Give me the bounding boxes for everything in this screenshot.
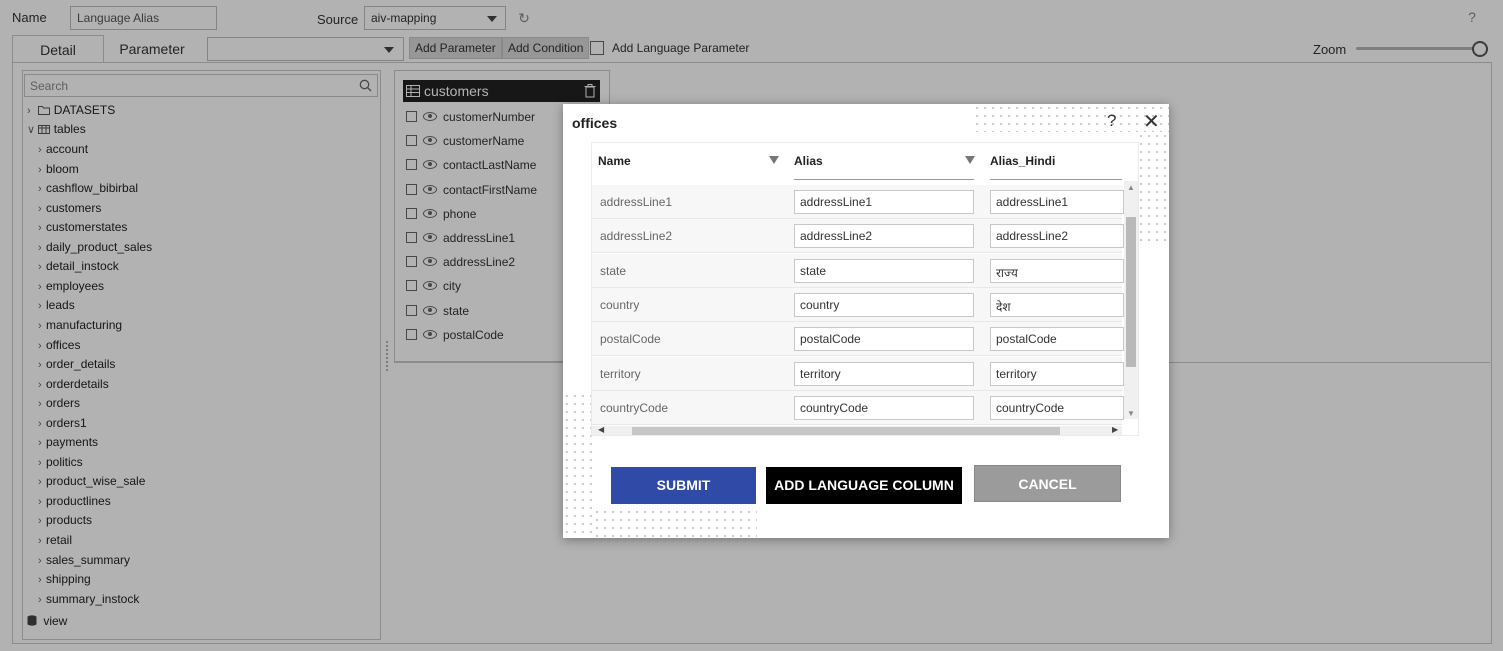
scroll-right-icon[interactable]: ▶: [1112, 425, 1118, 434]
dot-pattern: [973, 104, 1169, 132]
submit-button[interactable]: SUBMIT: [611, 467, 756, 504]
column-header-alias-hindi[interactable]: Alias_Hindi: [990, 154, 1055, 168]
add-language-column-button[interactable]: ADD LANGUAGE COLUMN: [766, 467, 962, 504]
table-row: addressLine1 addressLine1 addressLine1: [592, 185, 1124, 219]
alias-hindi-input[interactable]: देश: [990, 292, 1124, 317]
grid-horizontal-scrollbar[interactable]: ◀ ▶: [592, 425, 1122, 435]
alias-input[interactable]: state: [794, 258, 974, 283]
scroll-up-icon[interactable]: ▲: [1127, 183, 1135, 192]
row-name: postalCode: [600, 332, 661, 347]
alias-hindi-input[interactable]: राज्य: [990, 258, 1124, 283]
alias-hindi-input[interactable]: territory: [990, 361, 1124, 386]
dot-pattern: [1137, 132, 1169, 246]
table-row: countryCode countryCode countryCode: [592, 390, 1124, 425]
row-name: countryCode: [600, 400, 669, 415]
grid-header: Name Alias Alias_Hindi: [592, 143, 1122, 181]
alias-input[interactable]: addressLine1: [794, 190, 974, 214]
alias-input[interactable]: territory: [794, 361, 974, 386]
table-row: country country देश: [592, 287, 1124, 322]
dot-pattern: [593, 508, 757, 538]
table-row: state state राज्य: [592, 253, 1124, 288]
filter-icon[interactable]: [965, 156, 975, 164]
column-header-name[interactable]: Name: [598, 154, 631, 168]
alias-grid: Name Alias Alias_Hindi addressLine1 addre…: [591, 142, 1139, 436]
row-name: territory: [600, 366, 641, 381]
table-row: postalCode postalCode postalCode: [592, 322, 1124, 357]
table-row: territory territory territory: [592, 356, 1124, 391]
alias-input[interactable]: postalCode: [794, 327, 974, 352]
alias-hindi-input[interactable]: countryCode: [990, 395, 1124, 420]
row-name: country: [600, 297, 640, 312]
language-alias-dialog: offices ? ✕ Name Alias Alias_Hindi addre…: [563, 104, 1169, 538]
column-header-alias[interactable]: Alias: [794, 154, 823, 168]
filter-icon[interactable]: [769, 156, 779, 164]
close-icon[interactable]: ✕: [1143, 109, 1160, 134]
help-icon[interactable]: ?: [1107, 111, 1116, 131]
alias-hindi-input[interactable]: addressLine1: [990, 190, 1124, 214]
cancel-button[interactable]: CANCEL: [974, 465, 1121, 502]
grid-vertical-scrollbar[interactable]: ▲ ▼: [1124, 181, 1138, 419]
scroll-thumb[interactable]: [1126, 217, 1136, 367]
header-underline: [794, 179, 974, 180]
scroll-down-icon[interactable]: ▼: [1127, 409, 1135, 418]
scroll-thumb[interactable]: [632, 427, 1060, 435]
row-name: addressLine1: [600, 195, 673, 209]
row-name: addressLine2: [600, 229, 673, 244]
header-underline: [990, 179, 1122, 180]
table-row: addressLine2 addressLine2 addressLine2: [592, 219, 1124, 254]
alias-input[interactable]: countryCode: [794, 395, 974, 420]
alias-hindi-input[interactable]: postalCode: [990, 327, 1124, 352]
alias-input[interactable]: country: [794, 292, 974, 317]
alias-hindi-input[interactable]: addressLine2: [990, 224, 1124, 249]
dialog-title: offices: [572, 115, 618, 131]
dot-pattern: [563, 392, 593, 538]
scroll-left-icon[interactable]: ◀: [598, 425, 604, 434]
row-name: state: [600, 263, 627, 278]
alias-input[interactable]: addressLine2: [794, 224, 974, 249]
